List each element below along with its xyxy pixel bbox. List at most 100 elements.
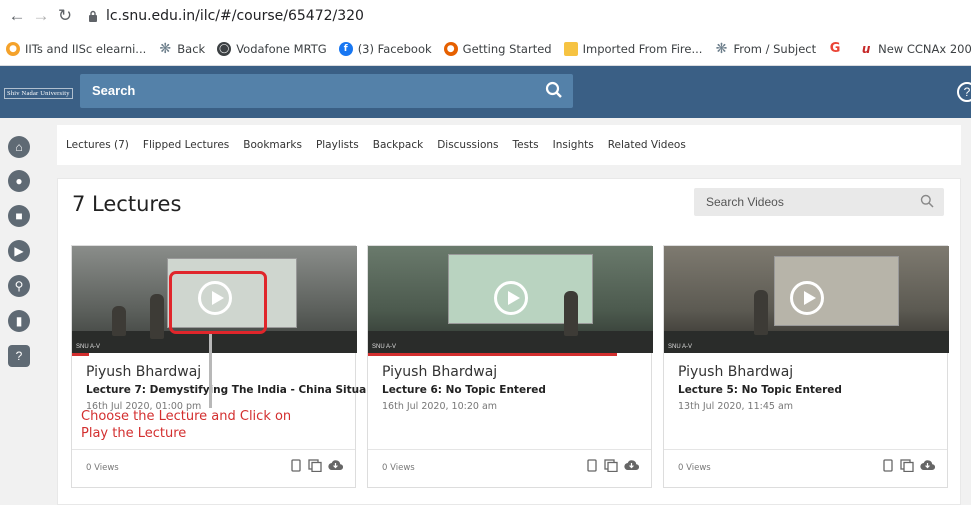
lecture-title[interactable]: Lecture 6: No Topic Entered xyxy=(382,384,546,396)
play-icon[interactable] xyxy=(494,281,528,315)
tab-insights[interactable]: Insights xyxy=(553,139,594,151)
bookmark-item[interactable]: ❋ Back xyxy=(158,40,206,57)
video-search-placeholder: Search Videos xyxy=(706,195,784,209)
help-icon[interactable]: ? xyxy=(957,82,971,102)
home-icon[interactable]: ⌂ xyxy=(8,136,30,158)
tab-bookmarks[interactable]: Bookmarks xyxy=(243,139,302,151)
bookmark-icon[interactable] xyxy=(586,459,598,472)
tab-flipped-lectures[interactable]: Flipped Lectures xyxy=(143,139,229,151)
url-text: lc.snu.edu.in/ilc/#/course/65472/320 xyxy=(106,8,364,24)
course-tabs: Lectures (7) Flipped Lectures Bookmarks … xyxy=(57,125,961,165)
bookmark-item[interactable]: ● IITs and IISc elearni... xyxy=(6,41,147,56)
watch-progress-bar xyxy=(368,353,618,356)
search-icon[interactable] xyxy=(920,194,934,208)
lecture-title[interactable]: Lecture 5: No Topic Entered xyxy=(678,384,842,396)
presenter xyxy=(564,291,578,336)
annotation-highlight-box xyxy=(169,271,267,334)
bookmark-label: Back xyxy=(177,41,206,56)
address-bar[interactable]: lc.snu.edu.in/ilc/#/course/65472/320 xyxy=(88,8,364,24)
bookmark-label: Getting Started xyxy=(462,41,552,56)
copy-icon[interactable] xyxy=(604,459,618,472)
university-logo[interactable]: Shiv Nadar University xyxy=(4,88,73,99)
bookmark-item[interactable]: ● Getting Started xyxy=(443,41,552,56)
video-icon[interactable]: ▶ xyxy=(8,240,30,262)
globe-icon: ◯ xyxy=(217,41,232,56)
copy-icon[interactable] xyxy=(900,459,914,472)
page-title: 7 Lectures xyxy=(72,192,182,216)
u-icon: u xyxy=(861,41,871,56)
tab-discussions[interactable]: Discussions xyxy=(437,139,498,151)
analytics-icon[interactable]: ▮ xyxy=(8,310,30,332)
tab-related-videos[interactable]: Related Videos xyxy=(608,139,686,151)
bookmark-icon[interactable] xyxy=(882,459,894,472)
bookmark-label: Vodafone MRTG xyxy=(236,41,327,56)
thumbnail-label: SNU A-V xyxy=(76,344,101,350)
bookmark-item[interactable]: G xyxy=(828,41,847,56)
search-icon[interactable]: ⚲ xyxy=(8,275,30,297)
search-placeholder: Search xyxy=(92,83,136,98)
lecture-author: Piyush Bhardwaj xyxy=(382,364,498,380)
play-icon[interactable] xyxy=(790,281,824,315)
lecture-title[interactable]: Lecture 7: Demystifying The India - Chin… xyxy=(86,384,378,396)
presenter xyxy=(754,290,768,335)
back-arrow-icon[interactable]: ← xyxy=(6,5,28,27)
folder-icon[interactable]: ■ xyxy=(8,205,30,227)
lecture-card[interactable]: SNU A-V Piyush Bhardwaj Lecture 5: No To… xyxy=(663,245,949,488)
tab-tests[interactable]: Tests xyxy=(513,139,539,151)
lock-icon xyxy=(89,10,97,22)
card-actions xyxy=(290,459,343,472)
cloud-download-icon[interactable] xyxy=(328,459,343,471)
asterisk-icon: ❋ xyxy=(159,40,172,57)
reload-icon[interactable]: ↻ xyxy=(54,5,76,27)
bookmark-label: From / Subject xyxy=(733,41,817,56)
lecture-views: 0 Views xyxy=(678,463,711,473)
annotation-pointer-line xyxy=(209,334,212,408)
cloud-download-icon[interactable] xyxy=(920,459,935,471)
bookmark-item[interactable]: ❋ From / Subject xyxy=(714,40,817,57)
google-icon: G xyxy=(829,41,841,56)
bookmark-label: IITs and IISc elearni... xyxy=(25,41,147,56)
firefox-icon: ● xyxy=(443,41,458,56)
card-actions xyxy=(882,459,935,472)
bookmark-icon[interactable] xyxy=(290,459,302,472)
cloud-download-icon[interactable] xyxy=(624,459,639,471)
asterisk-icon: ❋ xyxy=(715,40,728,57)
lecture-thumbnail[interactable]: SNU A-V xyxy=(368,246,653,353)
tab-lectures[interactable]: Lectures (7) xyxy=(66,139,129,151)
presenter xyxy=(150,294,164,339)
lecture-author: Piyush Bhardwaj xyxy=(678,364,794,380)
tab-backpack[interactable]: Backpack xyxy=(373,139,423,151)
app-header: Shiv Nadar University Search ? xyxy=(0,66,971,118)
tab-playlists[interactable]: Playlists xyxy=(316,139,359,151)
bookmark-item[interactable]: ◯ Vodafone MRTG xyxy=(217,41,327,56)
lectures-panel: 7 Lectures Search Videos SNU A-V Piyush … xyxy=(57,178,961,505)
search-icon[interactable] xyxy=(545,81,563,99)
bookmark-item[interactable]: f (3) Facebook xyxy=(338,41,432,56)
forward-arrow-icon[interactable]: → xyxy=(30,5,52,27)
lecture-views: 0 Views xyxy=(382,463,415,473)
lecture-thumbnail[interactable]: SNU A-V xyxy=(664,246,949,353)
global-search-input[interactable]: Search xyxy=(80,74,573,108)
bookmark-label: New CCNAx 200-12... xyxy=(878,41,971,56)
bookmark-item[interactable]: u New CCNAx 200-12... xyxy=(859,42,971,56)
facebook-icon: f xyxy=(338,41,353,56)
folder-icon xyxy=(563,41,578,56)
classroom-icon[interactable]: ● xyxy=(8,170,30,192)
lecture-views: 0 Views xyxy=(86,463,119,473)
bookmark-item[interactable]: Imported From Fire... xyxy=(563,41,703,56)
watch-progress-bar xyxy=(72,353,89,356)
browser-address-row: ← → ↻ lc.snu.edu.in/ilc/#/course/65472/3… xyxy=(0,0,971,32)
bookmarks-bar: ● IITs and IISc elearni... ❋ Back ◯ Vodafon… xyxy=(0,32,971,66)
annotation-text: Choose the Lecture and Click on Play the… xyxy=(81,409,292,441)
lecture-date: 16th Jul 2020, 10:20 am xyxy=(382,401,498,412)
video-search-input[interactable]: Search Videos xyxy=(694,188,944,216)
copy-icon[interactable] xyxy=(308,459,322,472)
bookmark-label: Imported From Fire... xyxy=(582,41,703,56)
bulb-icon: ● xyxy=(6,41,20,56)
lecture-date: 13th Jul 2020, 11:45 am xyxy=(678,401,794,412)
help-icon[interactable]: ? xyxy=(8,345,30,367)
sidebar: ⌂ ● ■ ▶ ⚲ ▮ ? xyxy=(0,118,42,505)
card-actions xyxy=(586,459,639,472)
lecture-card[interactable]: SNU A-V Piyush Bhardwaj Lecture 6: No To… xyxy=(367,245,653,488)
thumbnail-label: SNU A-V xyxy=(372,344,397,350)
